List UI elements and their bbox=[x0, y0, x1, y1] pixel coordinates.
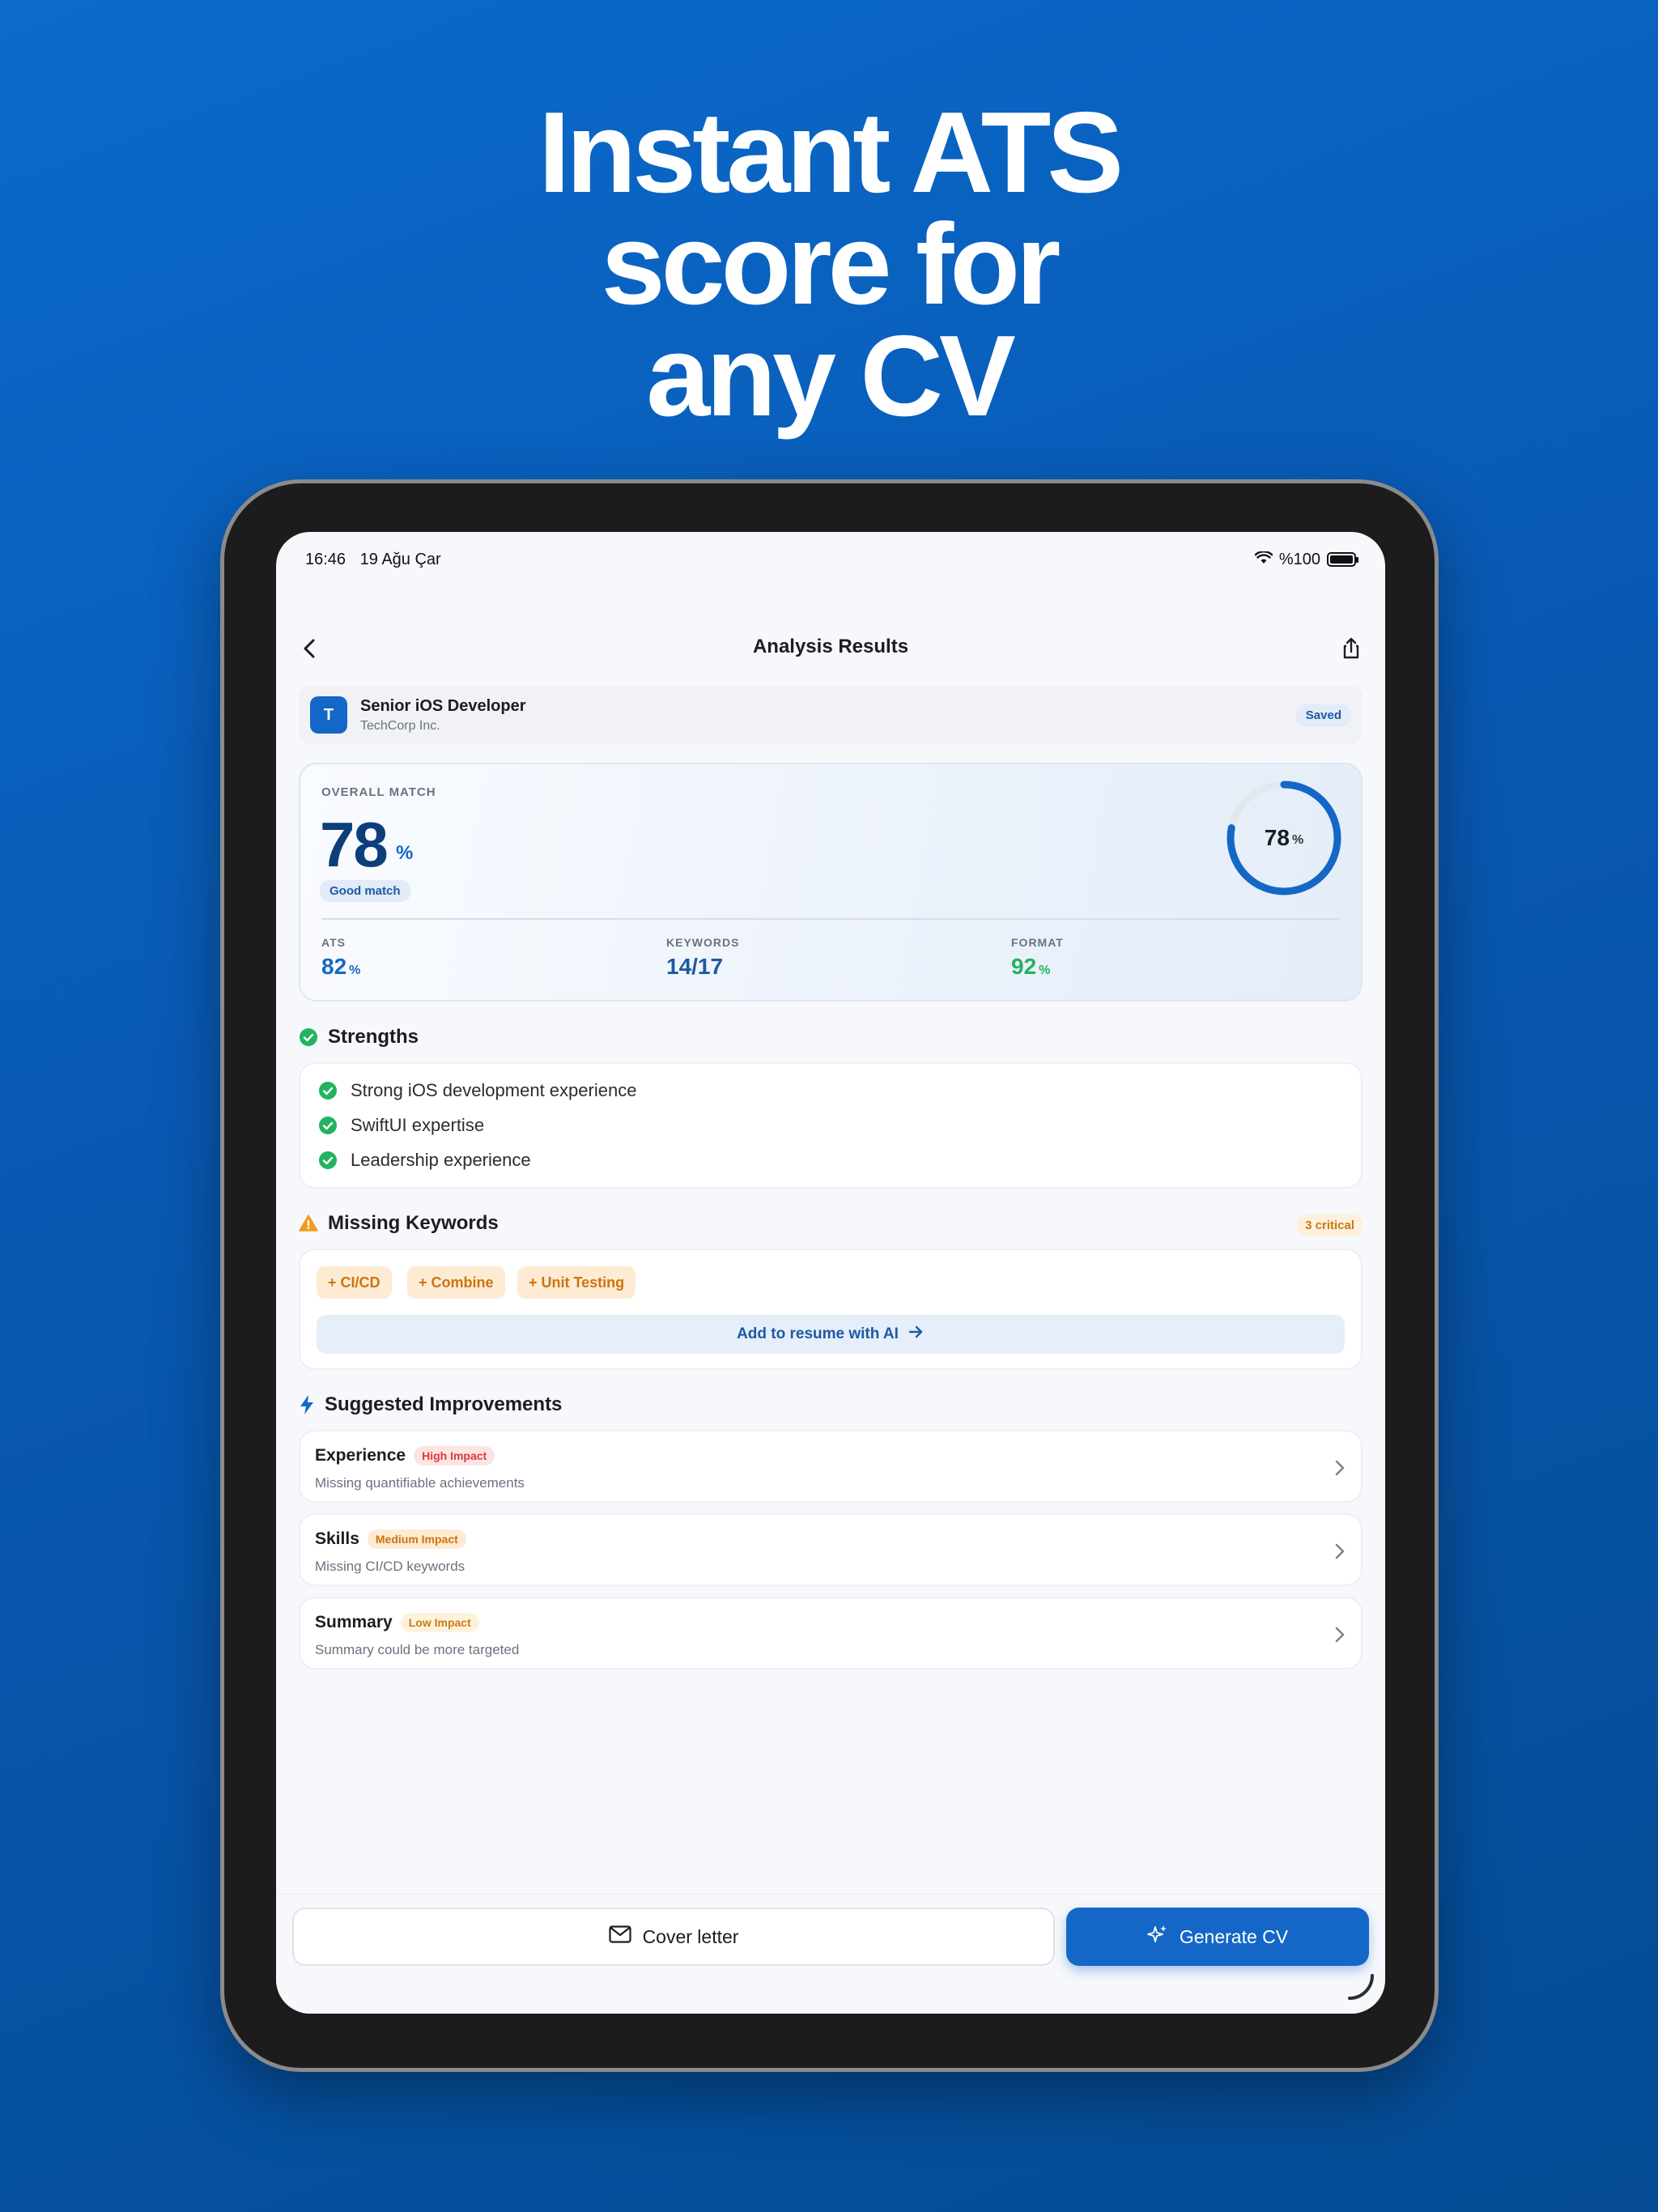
ring-percent-sign: % bbox=[1291, 833, 1304, 847]
strengths-title: Strengths bbox=[328, 1026, 419, 1048]
metric-unit: % bbox=[1039, 963, 1051, 977]
metric-value: 92 bbox=[1011, 954, 1037, 979]
check-circle-icon bbox=[318, 1151, 338, 1170]
check-circle-icon bbox=[318, 1116, 338, 1135]
metric-label: KEYWORDS bbox=[666, 936, 740, 949]
overall-score-card: OVERALL MATCH 78 % Good match 78% ATS 82… bbox=[299, 763, 1363, 1002]
share-button[interactable] bbox=[1335, 632, 1367, 665]
critical-count-badge: 3 critical bbox=[1297, 1214, 1363, 1236]
overall-percent-sign: % bbox=[396, 842, 414, 864]
keyword-chip[interactable]: + CI/CD bbox=[317, 1266, 392, 1299]
metric-label: ATS bbox=[321, 936, 346, 949]
resize-handle-icon bbox=[1345, 1971, 1377, 2007]
check-circle-icon bbox=[299, 1027, 318, 1047]
company-avatar: T bbox=[310, 696, 347, 734]
bolt-icon bbox=[299, 1394, 315, 1415]
strengths-card: Strong iOS development experience SwiftU… bbox=[299, 1062, 1363, 1189]
page-title: Analysis Results bbox=[752, 636, 909, 657]
strength-item: Strong iOS development experience bbox=[318, 1080, 636, 1101]
arrow-right-icon bbox=[907, 1323, 925, 1346]
improvement-description: Missing quantifiable achievements bbox=[315, 1475, 525, 1491]
metric-label: FORMAT bbox=[1011, 936, 1064, 949]
divider bbox=[321, 918, 1340, 920]
screen: 16:46 19 Ağu Çar %100 Analysis Results T bbox=[276, 532, 1385, 2014]
battery-percent: %100 bbox=[1278, 550, 1320, 568]
metric-format: FORMAT 92% bbox=[1011, 936, 1064, 980]
improvement-description: Summary could be more targeted bbox=[315, 1642, 520, 1657]
strength-text: Leadership experience bbox=[351, 1150, 531, 1170]
strength-text: SwiftUI expertise bbox=[351, 1115, 485, 1135]
headline: Instant ATS score for any CV bbox=[0, 88, 1658, 440]
bottom-action-bar: Cover letter Generate CV bbox=[276, 1894, 1385, 2014]
overall-value: 78 bbox=[320, 809, 389, 880]
check-circle-icon bbox=[318, 1081, 338, 1100]
cover-letter-button[interactable]: Cover letter bbox=[292, 1908, 1055, 1966]
strengths-header: Strengths bbox=[299, 1026, 419, 1049]
job-header[interactable]: T Senior iOS Developer TechCorp Inc. Sav… bbox=[299, 686, 1363, 744]
generate-cv-label: Generate CV bbox=[1179, 1925, 1289, 1947]
chevron-right-icon bbox=[1333, 1458, 1346, 1482]
metric-unit: % bbox=[349, 963, 361, 977]
headline-line-1: Instant ATS bbox=[538, 88, 1124, 217]
keyword-chip[interactable]: + Combine bbox=[407, 1266, 505, 1299]
add-with-ai-label: Add to resume with AI bbox=[737, 1325, 899, 1342]
improvement-item[interactable]: Summary Low Impact Summary could be more… bbox=[299, 1597, 1363, 1670]
headline-line-2: score for bbox=[601, 200, 1061, 329]
strength-item: SwiftUI expertise bbox=[318, 1115, 484, 1136]
warning-icon bbox=[299, 1214, 318, 1233]
improvements-header: Suggested Improvements bbox=[299, 1393, 562, 1416]
missing-keywords-title: Missing Keywords bbox=[328, 1212, 499, 1234]
status-date: 19 Ağu Çar bbox=[359, 550, 441, 568]
metric-ats: ATS 82% bbox=[321, 936, 360, 980]
ring-value: 78 bbox=[1264, 825, 1290, 850]
chevron-right-icon bbox=[1333, 1542, 1346, 1565]
strength-item: Leadership experience bbox=[318, 1150, 531, 1171]
company-name: TechCorp Inc. bbox=[360, 718, 440, 733]
nav-bar: Analysis Results bbox=[276, 613, 1385, 678]
improvement-title: Skills bbox=[315, 1529, 359, 1548]
cover-letter-label: Cover letter bbox=[642, 1925, 739, 1947]
share-icon bbox=[1343, 637, 1359, 659]
strength-text: Strong iOS development experience bbox=[351, 1080, 637, 1100]
improvement-item[interactable]: Skills Medium Impact Missing CI/CD keywo… bbox=[299, 1513, 1363, 1586]
impact-badge: Low Impact bbox=[400, 1613, 479, 1632]
envelope-icon bbox=[608, 1925, 631, 1948]
headline-line-3: any CV bbox=[646, 312, 1015, 440]
missing-keywords-header: Missing Keywords bbox=[299, 1212, 499, 1235]
saved-badge: Saved bbox=[1295, 704, 1351, 726]
missing-keywords-card: + CI/CD + Combine + Unit Testing Add to … bbox=[299, 1249, 1363, 1370]
keyword-chip[interactable]: + Unit Testing bbox=[517, 1266, 636, 1299]
match-rating-badge: Good match bbox=[320, 880, 410, 902]
status-time: 16:46 bbox=[305, 550, 346, 568]
metric-keywords: KEYWORDS 14/17 bbox=[666, 936, 739, 980]
add-with-ai-button[interactable]: Add to resume with AI bbox=[317, 1315, 1345, 1354]
tablet-frame: 16:46 19 Ağu Çar %100 Analysis Results T bbox=[220, 479, 1439, 2072]
improvement-item[interactable]: Experience High Impact Missing quantifia… bbox=[299, 1430, 1363, 1503]
impact-badge: Medium Impact bbox=[367, 1529, 466, 1549]
improvement-title: Summary bbox=[315, 1613, 393, 1631]
chevron-right-icon bbox=[1333, 1625, 1346, 1648]
generate-cv-button[interactable]: Generate CV bbox=[1066, 1908, 1369, 1966]
overall-label: OVERALL MATCH bbox=[321, 785, 436, 799]
wifi-icon bbox=[1254, 550, 1273, 569]
improvements-title: Suggested Improvements bbox=[325, 1393, 563, 1415]
status-bar: 16:46 19 Ağu Çar %100 bbox=[305, 543, 1358, 576]
impact-badge: High Impact bbox=[414, 1446, 495, 1465]
metric-value: 14/17 bbox=[666, 954, 724, 979]
improvement-title: Experience bbox=[315, 1446, 406, 1465]
metric-value: 82 bbox=[321, 954, 347, 979]
battery-icon bbox=[1327, 552, 1358, 567]
job-title: Senior iOS Developer bbox=[360, 696, 526, 715]
improvement-description: Missing CI/CD keywords bbox=[315, 1559, 466, 1574]
score-ring: 78% bbox=[1223, 777, 1345, 899]
sparkles-icon bbox=[1146, 1924, 1168, 1950]
